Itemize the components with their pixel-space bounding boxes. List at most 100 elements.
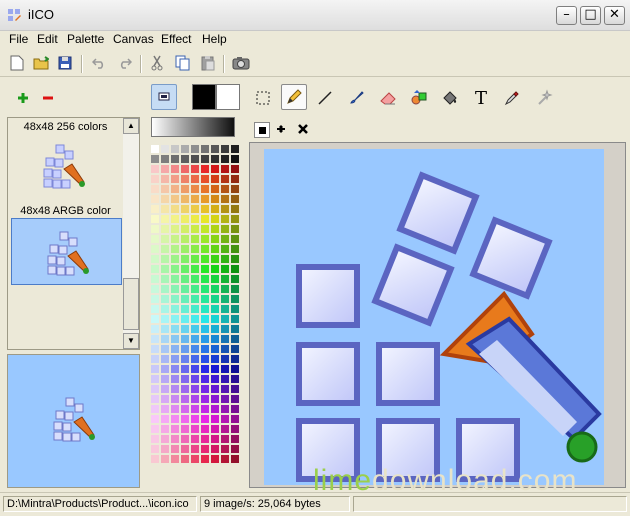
palette-swatch[interactable] (181, 375, 189, 383)
palette-swatch[interactable] (201, 195, 209, 203)
palette-swatch[interactable] (221, 255, 229, 263)
palette-swatch[interactable] (181, 285, 189, 293)
palette-swatch[interactable] (201, 155, 209, 163)
palette-swatch[interactable] (191, 405, 199, 413)
palette-swatch[interactable] (231, 415, 239, 423)
palette-swatch[interactable] (171, 275, 179, 283)
palette-swatch[interactable] (221, 345, 229, 353)
palette-swatch[interactable] (211, 265, 219, 273)
palette-swatch[interactable] (231, 235, 239, 243)
palette-swatch[interactable] (221, 435, 229, 443)
palette-swatch[interactable] (191, 355, 199, 363)
palette-swatch[interactable] (231, 145, 239, 153)
menu-help[interactable]: Help (202, 32, 227, 46)
camera-icon[interactable] (232, 54, 250, 72)
palette-swatch[interactable] (171, 155, 179, 163)
palette-swatch[interactable] (161, 345, 169, 353)
palette-swatch[interactable] (231, 275, 239, 283)
select-rect-icon[interactable] (250, 85, 276, 111)
palette-swatch[interactable] (231, 265, 239, 273)
palette-swatch[interactable] (201, 265, 209, 273)
scroll-thumb[interactable] (123, 278, 139, 330)
palette-swatch[interactable] (161, 235, 169, 243)
palette-swatch[interactable] (181, 315, 189, 323)
palette-swatch[interactable] (191, 305, 199, 313)
palette-swatch[interactable] (161, 435, 169, 443)
palette-swatch[interactable] (221, 155, 229, 163)
palette-swatch[interactable] (201, 255, 209, 263)
palette-swatch[interactable] (181, 275, 189, 283)
palette-swatch[interactable] (181, 215, 189, 223)
palette-swatch[interactable] (181, 365, 189, 373)
palette-swatch[interactable] (201, 385, 209, 393)
palette-swatch[interactable] (221, 215, 229, 223)
palette-swatch[interactable] (161, 325, 169, 333)
palette-swatch[interactable] (151, 165, 159, 173)
palette-swatch[interactable] (211, 175, 219, 183)
palette-swatch[interactable] (221, 395, 229, 403)
palette-swatch[interactable] (181, 185, 189, 193)
palette-swatch[interactable] (181, 415, 189, 423)
palette-swatch[interactable] (211, 155, 219, 163)
palette-swatch[interactable] (181, 345, 189, 353)
palette-swatch[interactable] (181, 445, 189, 453)
menu-effect[interactable]: Effect (161, 32, 191, 46)
palette-swatch[interactable] (211, 455, 219, 463)
palette-swatch[interactable] (231, 335, 239, 343)
palette-swatch[interactable] (201, 205, 209, 213)
primary-color-swatch[interactable] (192, 84, 216, 110)
palette-swatch[interactable] (171, 265, 179, 273)
palette-swatch[interactable] (221, 245, 229, 253)
palette-swatch[interactable] (181, 225, 189, 233)
palette-swatch[interactable] (161, 175, 169, 183)
palette-swatch[interactable] (191, 225, 199, 233)
palette-swatch[interactable] (181, 245, 189, 253)
palette-swatch[interactable] (231, 425, 239, 433)
palette-swatch[interactable] (181, 155, 189, 163)
palette-swatch[interactable] (211, 335, 219, 343)
palette-swatch[interactable] (161, 275, 169, 283)
palette-swatch[interactable] (181, 235, 189, 243)
palette-swatch[interactable] (201, 225, 209, 233)
palette-swatch[interactable] (151, 425, 159, 433)
palette-swatch[interactable] (191, 215, 199, 223)
palette-swatch[interactable] (201, 185, 209, 193)
palette-swatch[interactable] (151, 385, 159, 393)
palette-swatch[interactable] (221, 185, 229, 193)
palette-swatch[interactable] (191, 425, 199, 433)
palette-swatch[interactable] (201, 165, 209, 173)
eraser-icon[interactable] (375, 85, 401, 111)
palette-swatch[interactable] (201, 435, 209, 443)
menu-canvas[interactable]: Canvas (113, 32, 154, 46)
palette-swatch[interactable] (161, 385, 169, 393)
palette-swatch[interactable] (161, 405, 169, 413)
palette-swatch[interactable] (191, 395, 199, 403)
palette-swatch[interactable] (161, 145, 169, 153)
palette-swatch[interactable] (231, 305, 239, 313)
palette-swatch[interactable] (161, 305, 169, 313)
palette-swatch[interactable] (231, 295, 239, 303)
palette-swatch[interactable] (211, 425, 219, 433)
palette-swatch[interactable] (151, 145, 159, 153)
palette-swatch[interactable] (171, 445, 179, 453)
palette-swatch[interactable] (231, 175, 239, 183)
palette-swatch[interactable] (191, 175, 199, 183)
palette-swatch[interactable] (161, 185, 169, 193)
palette-swatch[interactable] (191, 315, 199, 323)
palette-swatch[interactable] (211, 305, 219, 313)
palette-swatch[interactable] (171, 385, 179, 393)
palette-swatch[interactable] (191, 235, 199, 243)
palette-swatch[interactable] (191, 255, 199, 263)
palette-swatch[interactable] (171, 315, 179, 323)
format-item-label[interactable]: 48x48 ARGB color (8, 205, 123, 217)
palette-swatch[interactable] (201, 285, 209, 293)
palette-swatch[interactable] (181, 405, 189, 413)
palette-swatch[interactable] (151, 325, 159, 333)
palette-swatch[interactable] (201, 305, 209, 313)
palette-swatch[interactable] (181, 385, 189, 393)
palette-swatch[interactable] (161, 425, 169, 433)
fill-bucket-icon[interactable] (437, 85, 463, 111)
palette-swatch[interactable] (151, 175, 159, 183)
gradient-bar[interactable] (151, 117, 235, 137)
palette-swatch[interactable] (211, 205, 219, 213)
